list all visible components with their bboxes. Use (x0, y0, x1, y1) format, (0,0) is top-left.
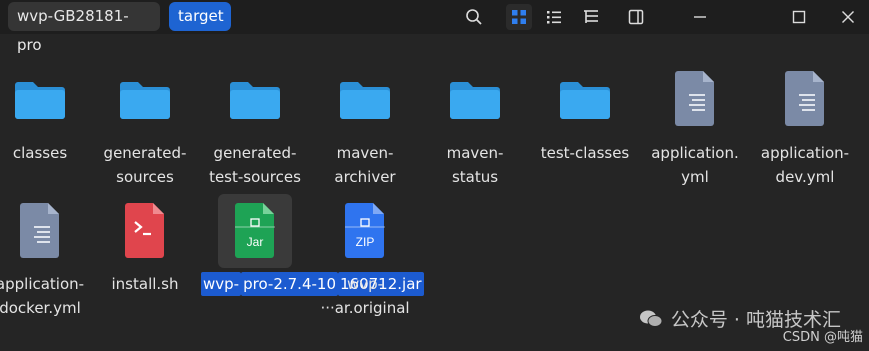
file-name: application-dev.yml (751, 141, 859, 189)
file-name-line: wvp- (346, 275, 384, 293)
title-bar: wvp-GB28181-pro target (0, 0, 869, 54)
svg-text:Jar: Jar (247, 235, 264, 249)
file-name-line: install.sh (111, 275, 179, 293)
breadcrumb-current[interactable]: target (169, 2, 231, 31)
file-name-line: test-sources (209, 168, 301, 186)
breadcrumb-parent[interactable]: wvp-GB28181-pro (8, 2, 160, 54)
file-name-line: test-classes (540, 144, 630, 162)
file-name: test-classes (531, 141, 639, 165)
file-name-line: archiver (334, 168, 396, 186)
minimize-icon[interactable] (687, 4, 713, 30)
folder-icon (445, 68, 505, 128)
file-name-line: application- (760, 144, 850, 162)
script-icon (115, 200, 175, 260)
file-name-line: classes (12, 144, 68, 162)
file-name-line: generated- (213, 144, 297, 162)
preview-pane-icon[interactable] (623, 4, 649, 30)
file-name: maven-status (421, 141, 529, 189)
file-name: classes (0, 141, 94, 165)
file-name: application-docker.yml (0, 272, 94, 320)
file-name-line: yml (681, 168, 709, 186)
folder-icon (115, 68, 175, 128)
file-name-line: application. (651, 144, 739, 162)
file-name-line: ···ar.original (320, 299, 410, 317)
file-name-line: status (451, 168, 499, 186)
grid-view-icon[interactable] (506, 4, 532, 30)
document-icon (665, 68, 725, 128)
file-name-line: application- (0, 275, 85, 293)
file-name: wvp- ···ar.original (311, 272, 419, 320)
tree-view-icon[interactable] (578, 4, 604, 30)
document-icon (10, 200, 70, 260)
csdn-watermark: CSDN @吨猫 (782, 330, 863, 345)
file-name-line: sources (116, 168, 174, 186)
file-name: generated-sources (91, 141, 199, 189)
list-view-icon[interactable] (541, 4, 567, 30)
file-name: install.sh (91, 272, 199, 296)
jar-icon: Jar (225, 200, 285, 260)
close-icon[interactable] (835, 4, 861, 30)
file-name-line: dev.yml (775, 168, 835, 186)
file-name: wvp-pro-2.7.4-10 160712.jar (201, 272, 424, 296)
file-name: maven-archiver (311, 141, 419, 189)
file-name: generated-test-sources (201, 141, 309, 189)
folder-icon (555, 68, 615, 128)
file-name-line: maven- (446, 144, 504, 162)
search-icon[interactable] (461, 4, 487, 30)
file-name-line: docker.yml (0, 299, 81, 317)
document-icon (775, 68, 835, 128)
folder-icon (225, 68, 285, 128)
file-name-line: maven- (336, 144, 394, 162)
folder-icon (10, 68, 70, 128)
file-name: application. yml (641, 141, 749, 189)
file-name-line: wvp- (201, 272, 242, 296)
svg-text:ZIP: ZIP (356, 235, 375, 249)
folder-icon (335, 68, 395, 128)
wechat-icon (639, 310, 663, 327)
file-name-line: generated- (103, 144, 187, 162)
zip-icon: ZIP (335, 200, 395, 260)
maximize-icon[interactable] (786, 4, 812, 30)
